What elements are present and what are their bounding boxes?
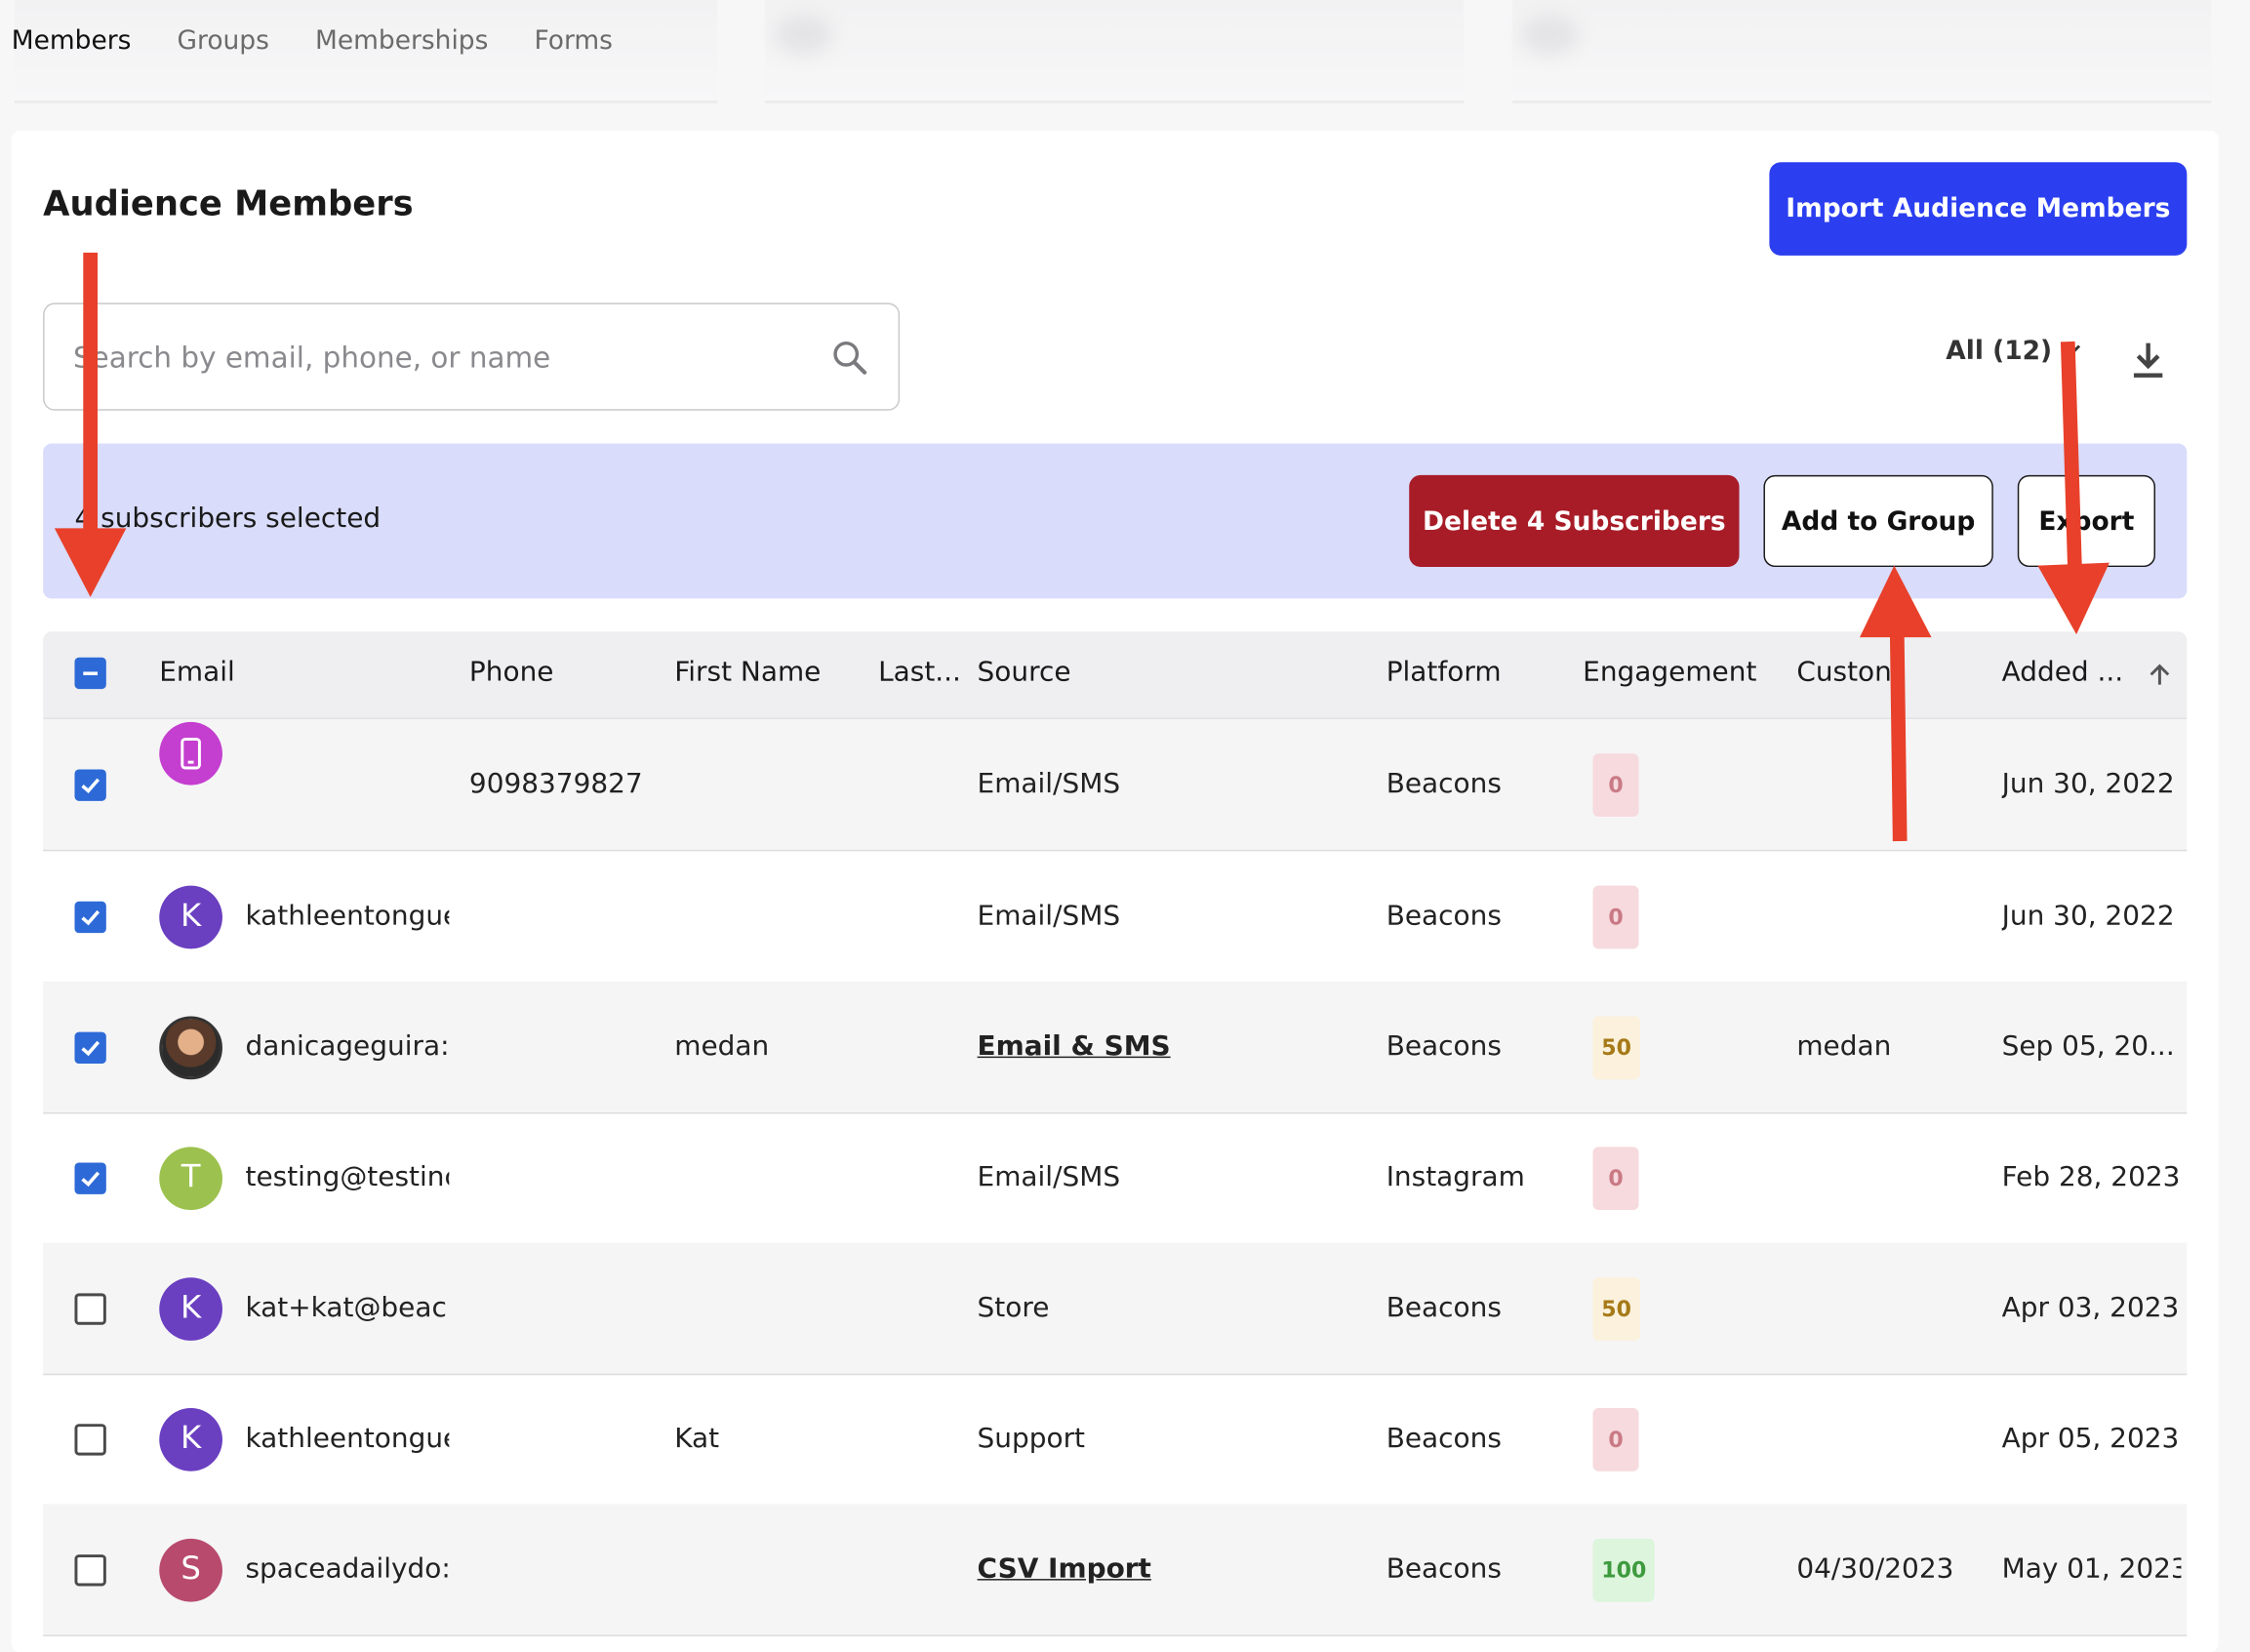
tab-bar: Members Groups Memberships Forms <box>12 25 613 68</box>
email-cell: kat+kat@beac <box>245 1291 447 1323</box>
source-cell[interactable]: Email & SMS <box>978 1029 1365 1061</box>
source-cell: Store <box>977 1291 1050 1323</box>
column-header-last-name[interactable]: Last... <box>878 656 961 687</box>
avatar: K <box>159 1407 222 1471</box>
download-icon[interactable] <box>2130 339 2167 387</box>
column-header-added[interactable]: Added ... <box>2002 656 2124 687</box>
platform-cell: Beacons <box>1386 1291 1502 1323</box>
row-checkbox[interactable] <box>74 901 106 933</box>
platform-cell: Beacons <box>1386 899 1502 931</box>
select-all-checkbox[interactable] <box>74 657 106 690</box>
sort-ascending-icon[interactable] <box>2146 661 2174 695</box>
phone-cell: 9098379827 <box>468 767 643 799</box>
email-cell: kathleentongue <box>245 1422 450 1454</box>
row-checkbox[interactable] <box>74 1423 106 1455</box>
column-header-engagement[interactable]: Engagement <box>1583 656 1756 687</box>
row-checkbox[interactable] <box>74 768 106 801</box>
export-button[interactable]: Export <box>2017 474 2155 568</box>
avatar: S <box>159 1538 222 1601</box>
column-header-source[interactable]: Source <box>978 656 1071 687</box>
engagement-badge: 0 <box>1592 752 1639 817</box>
email-cell: danicageguira: <box>245 1029 450 1062</box>
selection-count: 4 subscribers selected <box>74 502 382 535</box>
engagement-badge: 100 <box>1592 1538 1656 1601</box>
search-box <box>43 302 901 411</box>
chevron-down-icon <box>2064 336 2084 366</box>
source-cell: Email/SMS <box>977 899 1121 931</box>
column-header-custom[interactable]: Custon <box>1796 656 1894 687</box>
added-date-cell: May 01, 2023 <box>2001 1551 2182 1585</box>
row-checkbox[interactable] <box>74 1292 106 1324</box>
platform-cell: Instagram <box>1386 1160 1525 1192</box>
added-date-cell: Sep 05, 20... <box>2001 1029 2175 1062</box>
profile-photo <box>159 1015 222 1079</box>
engagement-badge: 0 <box>1592 1146 1639 1210</box>
tab-forms[interactable]: Forms <box>534 25 612 68</box>
filter-dropdown[interactable]: All (12) <box>1946 336 2083 366</box>
source-cell: Support <box>977 1422 1086 1454</box>
column-header-phone[interactable]: Phone <box>469 656 554 687</box>
email-cell: testing@testinc <box>245 1160 450 1192</box>
custom-cell: 04/30/2023 <box>1796 1551 1954 1585</box>
engagement-badge: 0 <box>1592 1407 1639 1471</box>
custom-cell: medan <box>1796 1029 1892 1062</box>
background-card <box>764 0 1465 103</box>
avatar: T <box>159 1146 222 1210</box>
platform-cell: Beacons <box>1386 1029 1502 1062</box>
tab-groups[interactable]: Groups <box>178 25 269 68</box>
email-cell: kathleentongue <box>245 899 450 931</box>
added-date-cell: Jun 30, 2022 <box>2001 767 2175 799</box>
background-card <box>1512 0 2212 103</box>
row-checkbox[interactable] <box>74 1161 106 1194</box>
search-input[interactable] <box>70 303 823 411</box>
platform-cell: Beacons <box>1386 1422 1502 1454</box>
added-date-cell: Jun 30, 2022 <box>2001 899 2175 931</box>
row-checkbox[interactable] <box>74 1553 106 1586</box>
engagement-badge: 50 <box>1592 1276 1640 1341</box>
first-name-cell: medan <box>674 1029 770 1062</box>
column-header-email[interactable]: Email <box>159 656 235 687</box>
added-date-cell: Apr 03, 2023 <box>2001 1291 2180 1323</box>
added-date-cell: Feb 28, 2023 <box>2001 1160 2181 1192</box>
tab-members[interactable]: Members <box>12 25 132 68</box>
page-title: Audience Members <box>43 183 414 224</box>
avatar: K <box>159 884 222 948</box>
column-header-first-name[interactable]: First Name <box>674 656 821 687</box>
phone-icon <box>159 721 222 786</box>
filter-label: All (12) <box>1946 336 2053 367</box>
source-cell: Email/SMS <box>977 767 1121 799</box>
import-audience-members-button[interactable]: Import Audience Members <box>1769 162 2188 256</box>
platform-cell: Beacons <box>1386 1551 1502 1585</box>
added-date-cell: Apr 05, 2023 <box>2001 1422 2180 1454</box>
row-checkbox[interactable] <box>74 1030 106 1064</box>
source-cell[interactable]: CSV Import <box>978 1552 1365 1584</box>
add-to-group-button[interactable]: Add to Group <box>1763 474 1993 568</box>
engagement-badge: 0 <box>1592 884 1639 948</box>
column-header-platform[interactable]: Platform <box>1386 656 1502 687</box>
blurred-shape <box>775 14 833 55</box>
tab-memberships[interactable]: Memberships <box>315 25 488 68</box>
first-name-cell: Kat <box>674 1422 720 1454</box>
delete-subscribers-button[interactable]: Delete 4 Subscribers <box>1409 474 1740 568</box>
email-cell: spaceadailydo: <box>245 1551 450 1585</box>
platform-cell: Beacons <box>1386 767 1502 799</box>
blurred-shape <box>1520 14 1579 55</box>
source-cell: Email/SMS <box>977 1160 1121 1192</box>
search-icon[interactable] <box>829 338 869 383</box>
avatar: K <box>159 1276 222 1341</box>
engagement-badge: 50 <box>1592 1015 1640 1079</box>
